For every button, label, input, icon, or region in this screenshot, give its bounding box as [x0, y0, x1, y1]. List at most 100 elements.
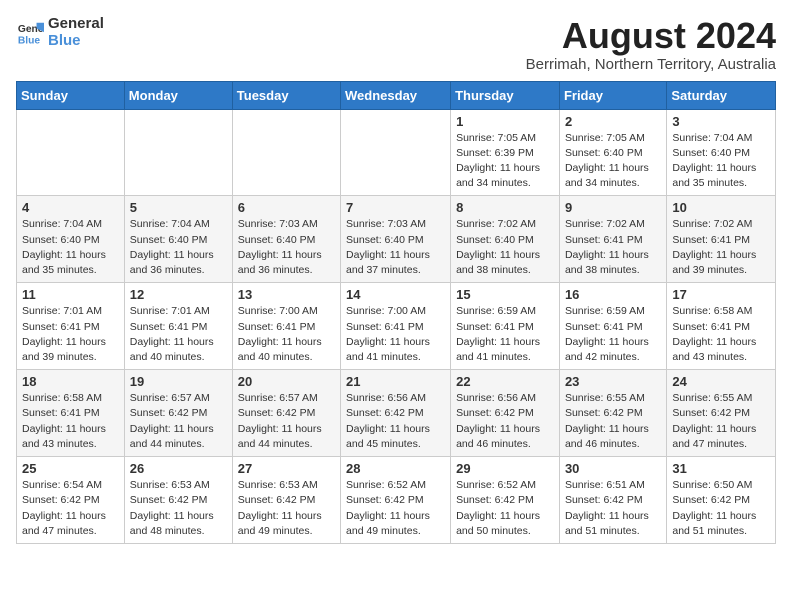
day-number: 13	[238, 287, 335, 302]
day-detail: Sunrise: 6:57 AM Sunset: 6:42 PM Dayligh…	[238, 391, 335, 452]
title-area: August 2024 Berrimah, Northern Territory…	[526, 16, 776, 73]
table-row: 10 Sunrise: 7:02 AM Sunset: 6:41 PM Dayli…	[667, 196, 776, 283]
table-row: 15 Sunrise: 6:59 AM Sunset: 6:41 PM Dayli…	[451, 283, 560, 370]
day-detail: Sunrise: 6:53 AM Sunset: 6:42 PM Dayligh…	[238, 478, 335, 539]
calendar-week-row: 11Sunrise: 7:01 AM Sunset: 6:41 PM Dayli…	[17, 283, 776, 370]
calendar-table: Sunday Monday Tuesday Wednesday Thursday…	[16, 81, 776, 544]
table-row: 6Sunrise: 7:03 AM Sunset: 6:40 PM Daylig…	[232, 196, 340, 283]
svg-text:Blue: Blue	[18, 35, 41, 46]
day-number: 1	[456, 114, 554, 129]
table-row: 19 Sunrise: 6:57 AM Sunset: 6:42 PM Dayli…	[124, 370, 232, 457]
day-number: 31	[672, 461, 770, 476]
day-number: 10	[672, 200, 770, 215]
day-number: 19	[130, 374, 227, 389]
table-row: 18 Sunrise: 6:58 AM Sunset: 6:41 PM Dayli…	[17, 370, 125, 457]
day-number: 5	[130, 200, 227, 215]
table-row: 21 Sunrise: 6:56 AM Sunset: 6:42 PM Dayli…	[341, 370, 451, 457]
col-saturday: Saturday	[667, 81, 776, 109]
col-friday: Friday	[559, 81, 666, 109]
table-row: 23Sunrise: 6:55 AM Sunset: 6:42 PM Dayli…	[559, 370, 666, 457]
day-detail: Sunrise: 7:03 AM Sunset: 6:40 PM Dayligh…	[346, 217, 445, 278]
day-detail: Sunrise: 6:58 AM Sunset: 6:41 PM Dayligh…	[672, 304, 770, 365]
table-row: 16Sunrise: 6:59 AM Sunset: 6:41 PM Dayli…	[559, 283, 666, 370]
day-number: 8	[456, 200, 554, 215]
day-number: 2	[565, 114, 661, 129]
table-row: 9 Sunrise: 7:02 AM Sunset: 6:41 PM Daylig…	[559, 196, 666, 283]
day-detail: Sunrise: 7:00 AM Sunset: 6:41 PM Dayligh…	[346, 304, 445, 365]
day-detail: Sunrise: 7:02 AM Sunset: 6:41 PM Dayligh…	[565, 217, 661, 278]
day-detail: Sunrise: 7:00 AM Sunset: 6:41 PM Dayligh…	[238, 304, 335, 365]
logo-general-text: General	[48, 16, 104, 33]
day-detail: Sunrise: 6:54 AM Sunset: 6:42 PM Dayligh…	[22, 478, 119, 539]
day-detail: Sunrise: 6:52 AM Sunset: 6:42 PM Dayligh…	[456, 478, 554, 539]
day-number: 21	[346, 374, 445, 389]
day-number: 25	[22, 461, 119, 476]
table-row: 7 Sunrise: 7:03 AM Sunset: 6:40 PM Daylig…	[341, 196, 451, 283]
day-detail: Sunrise: 6:59 AM Sunset: 6:41 PM Dayligh…	[456, 304, 554, 365]
day-detail: Sunrise: 6:55 AM Sunset: 6:42 PM Dayligh…	[565, 391, 661, 452]
day-number: 15	[456, 287, 554, 302]
col-thursday: Thursday	[451, 81, 560, 109]
calendar-week-row: 4Sunrise: 7:04 AM Sunset: 6:40 PM Daylig…	[17, 196, 776, 283]
table-row: 28 Sunrise: 6:52 AM Sunset: 6:42 PM Dayli…	[341, 457, 451, 544]
day-detail: Sunrise: 6:53 AM Sunset: 6:42 PM Dayligh…	[130, 478, 227, 539]
table-row: 4Sunrise: 7:04 AM Sunset: 6:40 PM Daylig…	[17, 196, 125, 283]
day-number: 12	[130, 287, 227, 302]
day-number: 6	[238, 200, 335, 215]
page-header: General Blue General Blue August 2024 Be…	[16, 16, 776, 73]
table-row: 24Sunrise: 6:55 AM Sunset: 6:42 PM Dayli…	[667, 370, 776, 457]
table-row: 20 Sunrise: 6:57 AM Sunset: 6:42 PM Dayli…	[232, 370, 340, 457]
calendar-week-row: 25 Sunrise: 6:54 AM Sunset: 6:42 PM Dayli…	[17, 457, 776, 544]
table-row: 17 Sunrise: 6:58 AM Sunset: 6:41 PM Dayli…	[667, 283, 776, 370]
day-number: 7	[346, 200, 445, 215]
day-detail: Sunrise: 6:56 AM Sunset: 6:42 PM Dayligh…	[346, 391, 445, 452]
day-detail: Sunrise: 6:57 AM Sunset: 6:42 PM Dayligh…	[130, 391, 227, 452]
col-tuesday: Tuesday	[232, 81, 340, 109]
day-detail: Sunrise: 7:02 AM Sunset: 6:40 PM Dayligh…	[456, 217, 554, 278]
logo-icon: General Blue	[16, 19, 44, 47]
day-detail: Sunrise: 6:52 AM Sunset: 6:42 PM Dayligh…	[346, 478, 445, 539]
table-row	[341, 109, 451, 196]
day-number: 3	[672, 114, 770, 129]
table-row: 8 Sunrise: 7:02 AM Sunset: 6:40 PM Daylig…	[451, 196, 560, 283]
day-detail: Sunrise: 7:01 AM Sunset: 6:41 PM Dayligh…	[22, 304, 119, 365]
col-monday: Monday	[124, 81, 232, 109]
table-row: 14Sunrise: 7:00 AM Sunset: 6:41 PM Dayli…	[341, 283, 451, 370]
day-detail: Sunrise: 7:05 AM Sunset: 6:39 PM Dayligh…	[456, 131, 554, 192]
day-number: 30	[565, 461, 661, 476]
table-row: 25 Sunrise: 6:54 AM Sunset: 6:42 PM Dayli…	[17, 457, 125, 544]
day-number: 22	[456, 374, 554, 389]
calendar-week-row: 1 Sunrise: 7:05 AM Sunset: 6:39 PM Daylig…	[17, 109, 776, 196]
day-number: 17	[672, 287, 770, 302]
location-subtitle: Berrimah, Northern Territory, Australia	[526, 56, 776, 73]
day-detail: Sunrise: 6:58 AM Sunset: 6:41 PM Dayligh…	[22, 391, 119, 452]
col-wednesday: Wednesday	[341, 81, 451, 109]
table-row: 31 Sunrise: 6:50 AM Sunset: 6:42 PM Dayli…	[667, 457, 776, 544]
table-row: 5Sunrise: 7:04 AM Sunset: 6:40 PM Daylig…	[124, 196, 232, 283]
day-detail: Sunrise: 6:56 AM Sunset: 6:42 PM Dayligh…	[456, 391, 554, 452]
table-row: 12 Sunrise: 7:01 AM Sunset: 6:41 PM Dayli…	[124, 283, 232, 370]
month-year-title: August 2024	[526, 16, 776, 56]
day-number: 24	[672, 374, 770, 389]
table-row	[17, 109, 125, 196]
table-row: 26 Sunrise: 6:53 AM Sunset: 6:42 PM Dayli…	[124, 457, 232, 544]
day-detail: Sunrise: 7:01 AM Sunset: 6:41 PM Dayligh…	[130, 304, 227, 365]
calendar-header-row: Sunday Monday Tuesday Wednesday Thursday…	[17, 81, 776, 109]
day-number: 28	[346, 461, 445, 476]
day-number: 27	[238, 461, 335, 476]
day-detail: Sunrise: 6:50 AM Sunset: 6:42 PM Dayligh…	[672, 478, 770, 539]
day-number: 20	[238, 374, 335, 389]
day-number: 4	[22, 200, 119, 215]
day-number: 18	[22, 374, 119, 389]
day-detail: Sunrise: 6:59 AM Sunset: 6:41 PM Dayligh…	[565, 304, 661, 365]
col-sunday: Sunday	[17, 81, 125, 109]
day-number: 26	[130, 461, 227, 476]
day-detail: Sunrise: 6:51 AM Sunset: 6:42 PM Dayligh…	[565, 478, 661, 539]
logo: General Blue General Blue	[16, 16, 104, 49]
table-row: 13 Sunrise: 7:00 AM Sunset: 6:41 PM Dayli…	[232, 283, 340, 370]
table-row: 30 Sunrise: 6:51 AM Sunset: 6:42 PM Dayli…	[559, 457, 666, 544]
day-detail: Sunrise: 7:02 AM Sunset: 6:41 PM Dayligh…	[672, 217, 770, 278]
day-number: 9	[565, 200, 661, 215]
calendar-week-row: 18 Sunrise: 6:58 AM Sunset: 6:41 PM Dayli…	[17, 370, 776, 457]
table-row: 29Sunrise: 6:52 AM Sunset: 6:42 PM Dayli…	[451, 457, 560, 544]
